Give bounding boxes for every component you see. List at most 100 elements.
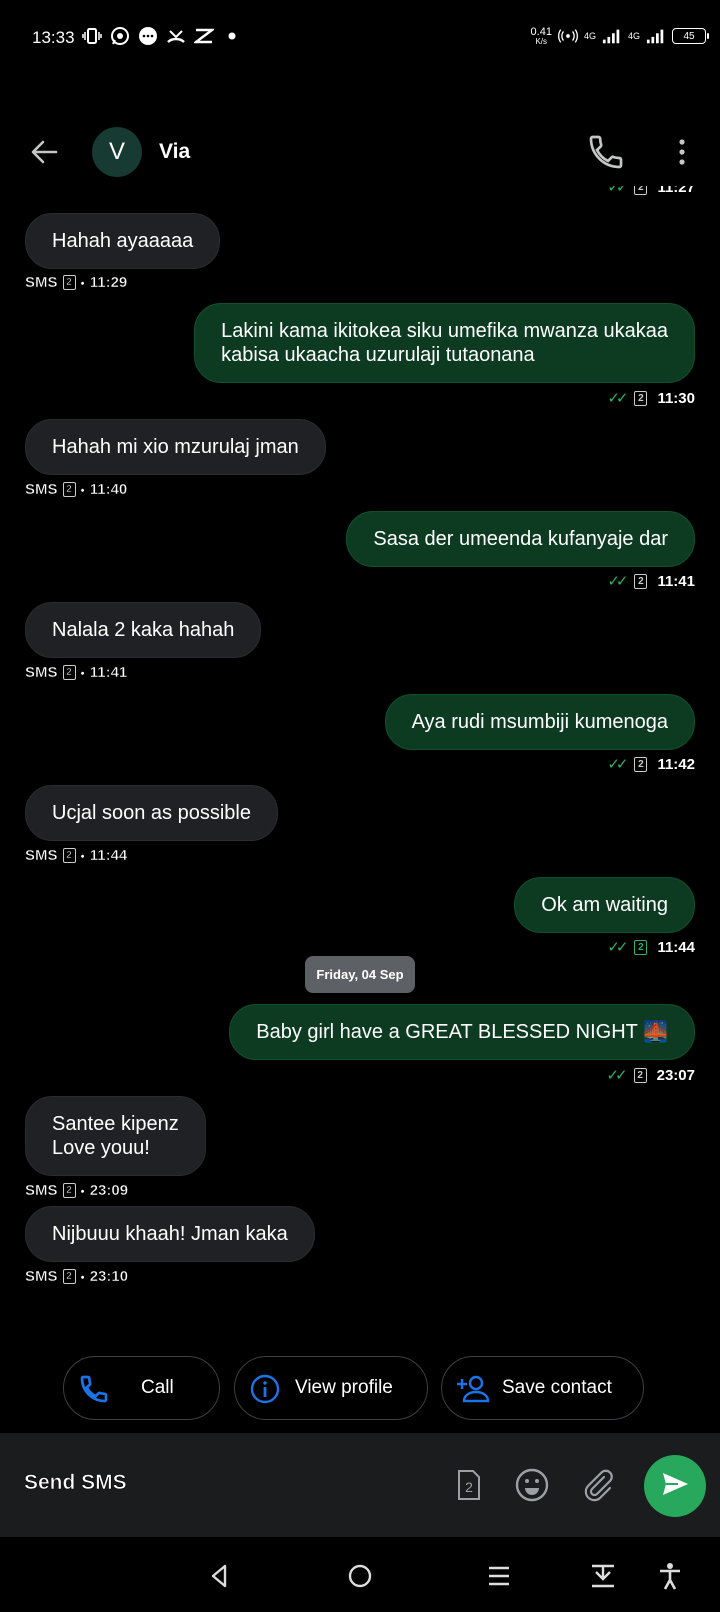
double-check-icon: ✓✓	[607, 939, 628, 956]
nav-notification-pull-icon[interactable]	[588, 1561, 618, 1591]
call-chip[interactable]: Call	[63, 1356, 220, 1420]
message-time: 11:29	[89, 274, 128, 292]
phone-call-icon[interactable]	[586, 132, 626, 172]
sim-2-icon: 2	[634, 573, 648, 589]
attachment-icon[interactable]	[580, 1467, 616, 1503]
sim-2-icon: 2	[634, 186, 648, 195]
network-type-2: 4G	[627, 31, 640, 41]
sim-2-icon: 2	[62, 1183, 76, 1198]
sms-label: SMS	[25, 274, 58, 292]
message-time: 11:44	[89, 847, 128, 865]
sms-label: SMS	[25, 664, 58, 682]
message-input[interactable]	[24, 1471, 404, 1495]
avatar[interactable]: V	[92, 127, 142, 177]
message-meta: SMS 2 • 11:44	[25, 847, 128, 865]
messenger-icon	[138, 26, 158, 46]
outgoing-message-bubble[interactable]: Ok am waiting	[514, 877, 695, 933]
sms-label: SMS	[25, 847, 58, 865]
network-type-1: 4G	[583, 31, 596, 41]
message-time: 11:44	[657, 938, 695, 956]
message-list[interactable]: ✓✓ 2 11:27 Hahah ayaaaaa SMS 2 • 11:29 La…	[0, 186, 720, 1324]
network-speed: 0.41 K/s	[530, 25, 552, 46]
compose-bar: 2	[0, 1433, 720, 1537]
message-status-partial: ✓✓ 2 11:27	[607, 186, 695, 196]
message-status: ✓✓ 2 11:44	[607, 938, 695, 957]
contact-name[interactable]: Via	[159, 140, 190, 164]
sim-2-icon: 2	[634, 756, 648, 772]
conversation-header: V Via	[0, 120, 720, 186]
message-time: 23:10	[89, 1268, 129, 1286]
sim-select-icon[interactable]: 2	[451, 1467, 487, 1503]
message-status: ✓✓ 2 11:30	[607, 389, 695, 408]
battery-icon: 45	[672, 28, 709, 44]
signal-2-icon	[646, 26, 666, 46]
accessibility-icon[interactable]	[655, 1561, 685, 1591]
emoji-icon[interactable]	[514, 1467, 550, 1503]
view-profile-chip[interactable]: View profile	[234, 1356, 428, 1420]
more-options-icon[interactable]	[670, 134, 694, 170]
phone-icon	[78, 1373, 110, 1405]
message-text-line: Lakini kama ikitokea siku umefika mwanza…	[221, 320, 668, 342]
message-meta: SMS 2 • 11:41	[25, 664, 128, 682]
info-icon	[249, 1373, 281, 1405]
message-text: Aya rudi msumbiji kumenoga	[411, 711, 668, 733]
message-meta: SMS 2 • 23:09	[25, 1182, 129, 1200]
sms-label: SMS	[25, 481, 58, 499]
outgoing-message-bubble[interactable]: Sasa der umeenda kufanyaje dar	[346, 511, 695, 567]
svg-text:2: 2	[465, 1479, 473, 1495]
message-time: 11:41	[657, 572, 695, 590]
incoming-message-bubble[interactable]: Ucjal soon as possible	[25, 785, 278, 841]
outgoing-message-bubble[interactable]: Baby girl have a GREAT BLESSED NIGHT 🌉	[229, 1004, 695, 1060]
message-meta: SMS 2 • 23:10	[25, 1268, 129, 1286]
sim-2-icon: 2	[634, 390, 648, 406]
message-meta: SMS 2 • 11:29	[25, 274, 128, 292]
save-contact-label: Save contact	[502, 1377, 612, 1398]
sim-2-icon: 2	[62, 1269, 76, 1284]
message-time: 11:42	[657, 755, 695, 773]
status-bar: 13:33 0.41 K/s 4G 4G 45	[0, 0, 720, 76]
system-navigation-bar	[0, 1537, 720, 1612]
sms-label: SMS	[25, 1268, 58, 1286]
double-check-icon: ✓✓	[606, 1067, 627, 1084]
message-text-line: Santee kipenz	[52, 1113, 179, 1135]
message-text: Nijbuuu khaah! Jman kaka	[52, 1223, 288, 1245]
message-time: 11:40	[89, 481, 128, 499]
double-check-icon: ✓✓	[607, 756, 628, 773]
message-text: Hahah mi xio mzurulaj jman	[52, 436, 299, 458]
incoming-message-bubble[interactable]: Nalala 2 kaka hahah	[25, 602, 262, 658]
save-contact-chip[interactable]: Save contact	[441, 1356, 644, 1420]
message-time: 23:07	[656, 1066, 695, 1084]
nav-back-icon[interactable]	[205, 1561, 235, 1591]
double-check-icon: ✓✓	[607, 390, 628, 407]
outgoing-message-bubble[interactable]: Aya rudi msumbiji kumenoga	[384, 694, 695, 750]
more-notifications-dot-icon	[222, 26, 242, 46]
incoming-message-bubble[interactable]: Hahah ayaaaaa	[25, 213, 221, 269]
message-text-line: Love youu!	[52, 1137, 150, 1159]
message-time: 11:27	[657, 186, 695, 196]
message-status: ✓✓ 2 11:41	[607, 572, 695, 591]
sim-2-icon: 2	[62, 665, 76, 680]
suggested-actions: Call View profile Save contact	[0, 1356, 720, 1420]
view-profile-label: View profile	[295, 1377, 393, 1398]
incoming-message-bubble[interactable]: Santee kipenz Love youu!	[25, 1096, 206, 1176]
back-arrow-icon[interactable]	[26, 134, 62, 170]
message-text: Hahah ayaaaaa	[52, 230, 194, 252]
whatsapp-icon	[110, 26, 130, 46]
nav-home-icon[interactable]	[345, 1561, 375, 1591]
system-indicators: 0.41 K/s 4G 4G 45	[530, 25, 709, 46]
incoming-message-bubble[interactable]: Nijbuuu khaah! Jman kaka	[25, 1206, 315, 1262]
incoming-message-bubble[interactable]: Hahah mi xio mzurulaj jman	[25, 419, 326, 475]
message-time: 23:09	[89, 1182, 129, 1200]
nav-recents-icon[interactable]	[484, 1561, 514, 1591]
send-button[interactable]	[644, 1455, 706, 1517]
capcut-icon	[194, 26, 214, 46]
message-time: 11:41	[89, 664, 128, 682]
sim-2-icon: 2	[634, 939, 648, 955]
message-text: Nalala 2 kaka hahah	[52, 619, 235, 641]
notification-icons	[82, 26, 242, 46]
message-text: Ucjal soon as possible	[52, 802, 251, 824]
double-check-icon: ✓✓	[607, 186, 628, 196]
outgoing-message-bubble[interactable]: Lakini kama ikitokea siku umefika mwanza…	[194, 303, 695, 383]
hotspot-icon	[558, 26, 578, 46]
sim-2-icon: 2	[62, 275, 76, 290]
